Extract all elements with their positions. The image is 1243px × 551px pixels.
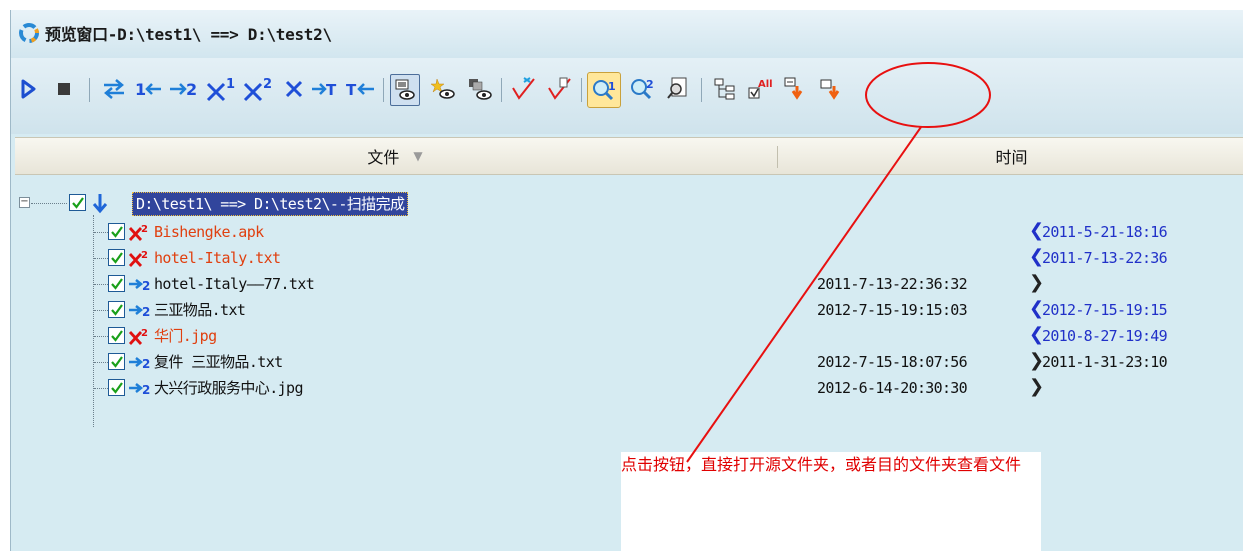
annotation-overlay [686,62,991,463]
pointer-line [686,126,922,463]
highlight-circle [865,62,991,128]
preview-window: 预览窗口-D:\test1\ ==> D:\test2\ 1 2 1 2 T T… [10,10,1243,551]
app-root: 预览窗口-D:\test1\ ==> D:\test2\ 1 2 1 2 T T… [0,0,1243,551]
